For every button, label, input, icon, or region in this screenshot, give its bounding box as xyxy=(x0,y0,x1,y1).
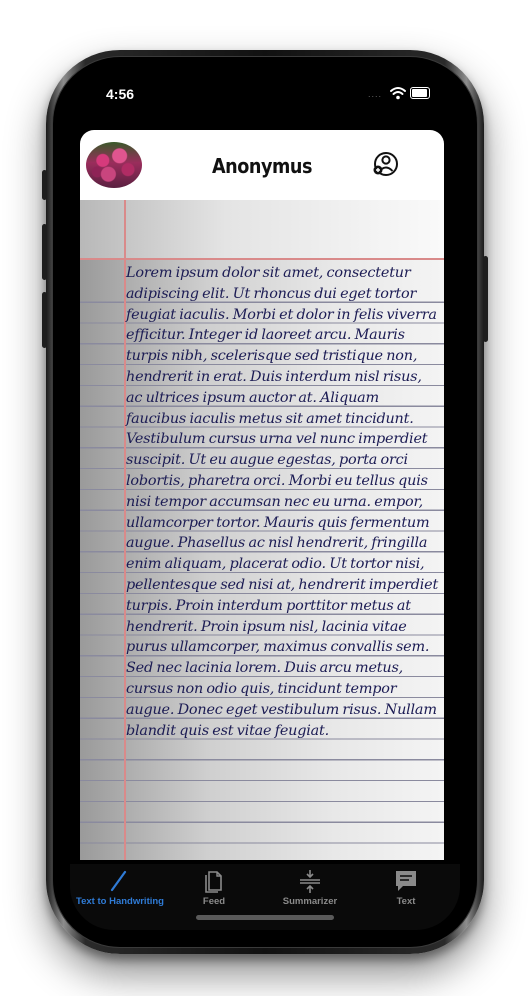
wifi-icon xyxy=(390,87,406,100)
home-indicator xyxy=(196,915,334,920)
pen-icon xyxy=(110,870,127,892)
status-time: 4:56 xyxy=(106,86,135,102)
compress-icon xyxy=(300,870,320,893)
power-button xyxy=(483,256,488,342)
tab-bar: Text to Handwriting Feed Summarizer Text xyxy=(70,864,460,930)
documents-icon xyxy=(205,871,222,893)
tab-summarizer[interactable]: Summarizer xyxy=(262,864,358,914)
handwriting-paper: Lorem ipsum dolor sit amet, consectetur … xyxy=(80,200,444,860)
paper-header-area xyxy=(80,200,444,258)
signal-icon: .... xyxy=(367,89,382,99)
tab-feed[interactable]: Feed xyxy=(166,864,262,914)
status-icons: .... xyxy=(310,86,430,100)
handwritten-text: Lorem ipsum dolor sit amet, consectetur … xyxy=(126,265,439,739)
tab-text-to-handwriting[interactable]: Text to Handwriting xyxy=(72,864,168,914)
header: Anonymus xyxy=(80,130,444,200)
header-rule xyxy=(80,258,444,260)
battery-icon xyxy=(410,87,430,99)
volume-up-button xyxy=(42,224,47,280)
mute-switch xyxy=(42,170,47,200)
message-icon xyxy=(396,871,416,891)
screen: 4:56 .... Anonymus Lorem ipsum dolor sit… xyxy=(70,74,460,930)
volume-down-button xyxy=(42,292,47,348)
account-switch-icon[interactable] xyxy=(372,150,400,178)
tab-label: Text xyxy=(396,896,416,907)
tab-text[interactable]: Text xyxy=(358,864,454,914)
